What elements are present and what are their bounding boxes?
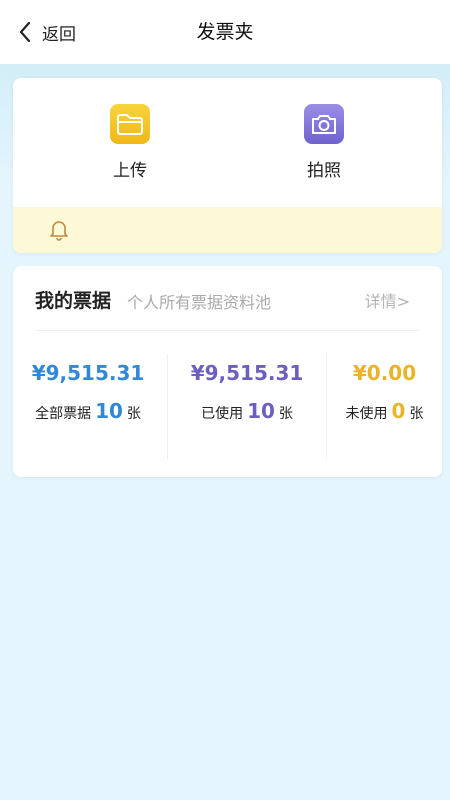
stat-all-bills[interactable]: ¥9,515.31 全部票据 10 张 [13, 361, 163, 423]
upload-button[interactable]: 上传 [70, 104, 190, 181]
stat-used-amount: ¥9,515.31 [190, 361, 304, 385]
stat-all-unit: 张 [126, 406, 141, 422]
stat-used-label: 已使用 [201, 406, 244, 422]
stat-unused-unit: 张 [409, 406, 424, 422]
navbar: 返回 发票夹 [0, 0, 450, 64]
divider [35, 330, 420, 331]
stat-all-amount: ¥9,515.31 [31, 361, 145, 385]
stat-used-desc: 已使用 10 张 [167, 399, 327, 423]
stat-all-count: 10 [95, 399, 123, 423]
camera-icon [304, 104, 344, 144]
bills-subtitle: 个人所有票据资料池 [127, 293, 272, 312]
bills-card: 我的票据 个人所有票据资料池 详情> ¥9,515.31 全部票据 10 张 ¥9,… [13, 266, 442, 477]
stat-unused-label: 未使用 [345, 406, 388, 422]
camera-button[interactable]: 拍照 [264, 104, 384, 181]
actions-card: 上传 拍照 [13, 78, 442, 253]
notice-bar[interactable] [13, 207, 442, 253]
stat-used-count: 10 [247, 399, 275, 423]
stat-unused-amount: ¥0.00 [352, 361, 417, 385]
page-title: 发票夹 [196, 21, 254, 43]
bills-detail-link[interactable]: 详情> [365, 288, 410, 312]
bell-icon [50, 221, 68, 241]
bills-title: 我的票据 [35, 290, 112, 312]
stat-used-unit: 张 [278, 406, 293, 422]
stat-unused-bills[interactable]: ¥0.00 未使用 0 张 [327, 361, 442, 423]
stat-all-label: 全部票据 [35, 406, 92, 422]
stat-unused-count: 0 [391, 399, 406, 423]
upload-label: 上传 [113, 161, 147, 181]
stat-all-desc: 全部票据 10 张 [13, 399, 163, 423]
stat-unused-desc: 未使用 0 张 [327, 399, 442, 423]
stat-used-bills[interactable]: ¥9,515.31 已使用 10 张 [167, 361, 327, 423]
camera-label: 拍照 [307, 161, 341, 181]
folder-icon [110, 104, 150, 144]
